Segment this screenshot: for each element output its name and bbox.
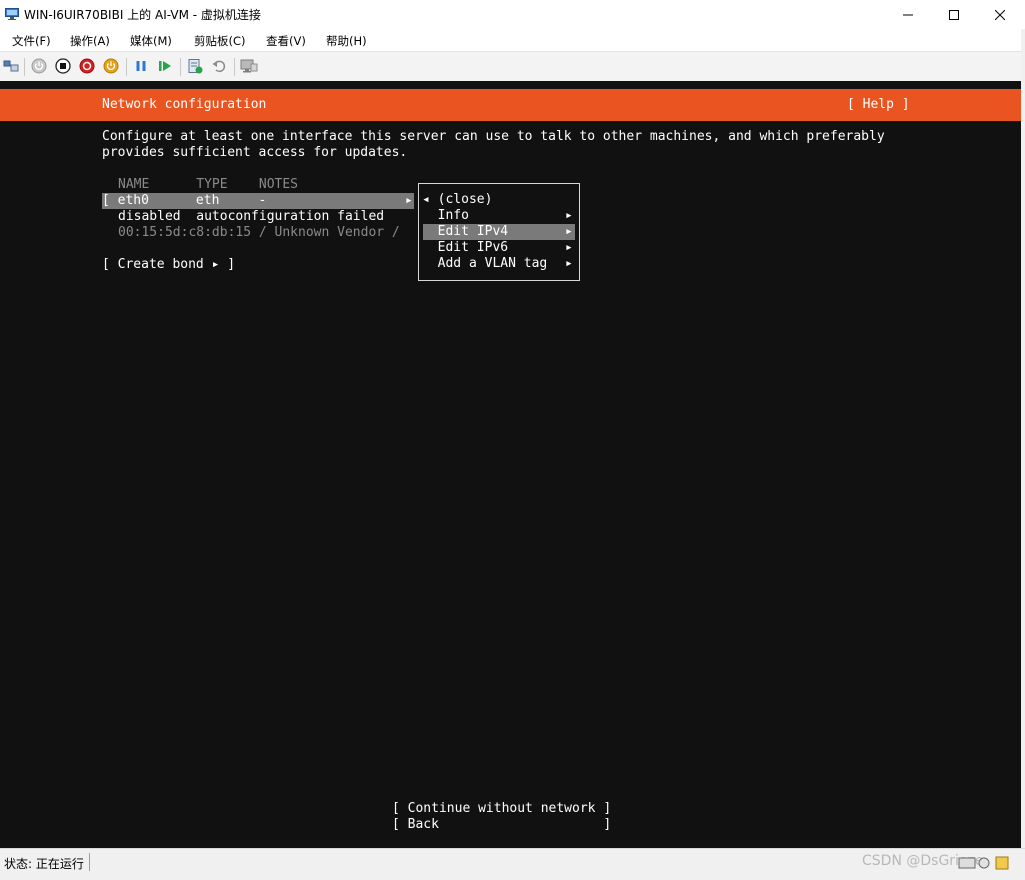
menu-item-close[interactable]: ◂ (close) <box>422 192 492 208</box>
back-button[interactable]: [ Back ] <box>392 817 611 833</box>
page-title: Network configuration <box>102 97 267 112</box>
interface-row-eth0-text: [ eth0 eth - <box>102 193 267 208</box>
power-button[interactable] <box>102 57 120 75</box>
interface-action-menu: ◂ (close) Info ▸ Edit IPv4 ▸ Edit IPv6 ▸… <box>418 183 580 281</box>
resume-icon <box>159 61 171 71</box>
minimize-icon <box>903 14 913 15</box>
pause-button[interactable] <box>132 57 150 75</box>
menu-help[interactable]: 帮助(H) <box>326 33 367 49</box>
shutdown-button[interactable] <box>78 57 96 75</box>
menu-media[interactable]: 媒体(M) <box>130 33 172 49</box>
status-separator <box>89 853 90 871</box>
pause-icon <box>136 61 146 71</box>
chevron-right-icon: ▸ <box>565 224 573 239</box>
toolbar <box>0 51 1025 82</box>
interface-mac-address: 00:15:5d:c8:db:15 / Unknown Vendor / <box>118 225 400 240</box>
menu-bar: 文件(F) 操作(A) 媒体(M) 剪贴板(C) 查看(V) 帮助(H) <box>0 29 1025 51</box>
window-title: WIN-I6UIR70BIBI 上的 AI-VM - 虚拟机连接 <box>24 8 261 22</box>
checkpoint-icon <box>188 59 203 74</box>
close-icon <box>995 9 1005 20</box>
menu-clipboard[interactable]: 剪贴板(C) <box>194 33 246 49</box>
title-bar: WIN-I6UIR70BIBI 上的 AI-VM - 虚拟机连接 <box>0 0 1025 29</box>
power-icon <box>103 58 119 74</box>
close-button[interactable] <box>977 0 1023 29</box>
resume-button[interactable] <box>156 57 174 75</box>
enhanced-session-button[interactable] <box>240 57 258 75</box>
toolbar-separator <box>234 58 235 76</box>
interface-status: disabled autoconfiguration failed <box>118 209 385 224</box>
interface-table-header: NAME TYPE NOTES <box>118 177 299 192</box>
intro-text-line-2: provides sufficient access for updates. <box>102 145 408 160</box>
window-edge <box>1021 29 1025 849</box>
minimize-button[interactable] <box>885 0 931 29</box>
turn-off-button[interactable] <box>54 57 72 75</box>
help-button[interactable]: [ Help ] <box>847 97 910 112</box>
maximize-icon <box>949 9 959 20</box>
chevron-right-icon: ▸ <box>565 208 573 223</box>
chevron-right-icon: ▸ <box>565 256 573 271</box>
maximize-button[interactable] <box>931 0 977 29</box>
revert-button[interactable] <box>210 57 228 75</box>
chevron-right-icon: ▸ <box>565 240 573 255</box>
menu-item-add-vlan-tag[interactable]: Add a VLAN tag <box>422 256 548 272</box>
checkpoint-button[interactable] <box>186 57 204 75</box>
ctrl-alt-del-icon <box>3 60 19 72</box>
keyboard-icon <box>958 856 1009 870</box>
vm-screen[interactable]: Network configuration [ Help ] Configure… <box>0 81 1021 848</box>
enhanced-session-icon <box>240 59 258 73</box>
toolbar-separator <box>180 58 181 76</box>
menu-item-edit-ipv4[interactable]: Edit IPv4 <box>422 224 508 240</box>
shutdown-icon <box>79 58 95 74</box>
menu-view[interactable]: 查看(V) <box>266 33 306 49</box>
menu-item-info[interactable]: Info <box>422 208 469 224</box>
ctrl-alt-del-button[interactable] <box>2 57 20 75</box>
intro-text-line-1: Configure at least one interface this se… <box>102 129 885 144</box>
turn-off-icon <box>55 58 71 74</box>
vm-connection-icon <box>5 8 19 20</box>
status-bar: 状态: 正在运行 CSDN @DsGrieze <box>0 848 1025 880</box>
submenu-arrow-icon: ▸ <box>405 193 413 208</box>
toolbar-separator <box>126 58 127 76</box>
create-bond-button[interactable]: [ Create bond ▸ ] <box>102 257 235 273</box>
revert-icon <box>212 60 226 73</box>
start-button[interactable] <box>30 57 48 75</box>
menu-action[interactable]: 操作(A) <box>70 33 110 49</box>
toolbar-separator <box>24 58 25 76</box>
vm-status: 状态: 正在运行 <box>4 857 84 871</box>
installer-header: Network configuration [ Help ] <box>0 89 1021 121</box>
menu-file[interactable]: 文件(F) <box>12 33 51 49</box>
continue-without-network-button[interactable]: [ Continue without network ] <box>392 801 611 817</box>
start-icon <box>31 58 47 74</box>
menu-item-edit-ipv6[interactable]: Edit IPv6 <box>422 240 508 256</box>
